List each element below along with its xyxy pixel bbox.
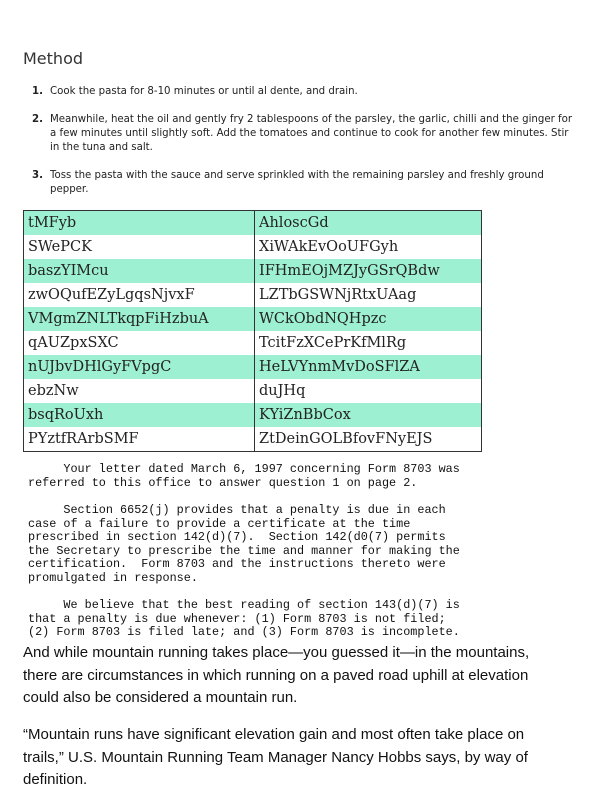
- table-cell-col1: ebzNw: [28, 383, 79, 399]
- table-cell-col2: HeLVYnmMvDoSFlZA: [254, 355, 482, 379]
- table-cell-col1: qAUZpxSXC: [28, 335, 119, 351]
- method-step: 1. Cook the pasta for 8-10 minutes or un…: [32, 85, 577, 99]
- method-step: 3. Toss the pasta with the sauce and ser…: [32, 169, 577, 197]
- step-number: 1.: [32, 86, 43, 97]
- table-cell-col1: bsqRoUxh: [23, 403, 255, 427]
- step-text: Cook the pasta for 8-10 minutes or until…: [50, 86, 358, 97]
- table-cell-col2: LZTbGSWNjRtxUAag: [254, 283, 482, 307]
- letter-paragraph-3: We believe that the best reading of sect…: [28, 598, 460, 640]
- table-row: VMgmZNLTkqpFiHzbuA WCkObdNQHpzc: [23, 307, 482, 331]
- letter-paragraph-1: Your letter dated March 6, 1997 concerni…: [28, 462, 460, 490]
- article-paragraph-2: “Mountain runs have significant elevatio…: [23, 726, 528, 788]
- letter-paragraph-2: Section 6652(j) provides that a penalty …: [28, 503, 460, 585]
- table-row: qAUZpxSXC TcitFzXCePrKfMlRg: [24, 331, 482, 355]
- table-row: zwOQufEZyLgqsNjvxF LZTbGSWNjRtxUAag: [24, 283, 482, 307]
- table-row: baszYIMcu IFHmEOjMZJyGSrQBdw: [23, 259, 482, 283]
- table-body: tMFyb AhloscGd SWePCK XiWAkEvOoUFGyh baszYIM…: [23, 210, 482, 452]
- step-text: Meanwhile, heat the oil and gently fry 2…: [50, 114, 573, 153]
- table-cell-col2: KYiZnBbCox: [254, 403, 482, 427]
- table-cell-col1: baszYIMcu: [23, 259, 255, 283]
- table-cell-col2: XiWAkEvOoUFGyh: [254, 235, 482, 259]
- table-row: ebzNw duJHq: [24, 379, 482, 403]
- table-cell-col2: IFHmEOjMZJyGSrQBdw: [254, 259, 482, 283]
- table-cell-col2: AhloscGd: [254, 210, 482, 235]
- method-steps-list: 1. Cook the pasta for 8-10 minutes or un…: [32, 85, 577, 211]
- table-cell-col2: WCkObdNQHpzc: [254, 307, 482, 331]
- table-cell-col1: SWePCK: [28, 239, 92, 255]
- table-row: nUJbvDHlGyFVpgC HeLVYnmMvDoSFlZA: [23, 355, 482, 379]
- method-step: 2. Meanwhile, heat the oil and gently fr…: [32, 113, 577, 155]
- method-heading: Method: [23, 49, 84, 68]
- step-number: 3.: [32, 170, 43, 181]
- table-cell-col1: VMgmZNLTkqpFiHzbuA: [23, 307, 255, 331]
- table-cell-col2: ZtDeinGOLBfovFNyEJS: [254, 427, 482, 452]
- data-table: tMFyb AhloscGd SWePCK XiWAkEvOoUFGyh baszYIM…: [23, 210, 482, 452]
- table-cell-col1: zwOQufEZyLgqsNjvxF: [28, 287, 195, 303]
- table-cell-col2: TcitFzXCePrKfMlRg: [254, 331, 482, 355]
- step-text: Toss the pasta with the sauce and serve …: [50, 170, 544, 195]
- table-cell-col1: nUJbvDHlGyFVpgC: [23, 355, 255, 379]
- table-row: SWePCK XiWAkEvOoUFGyh: [24, 235, 482, 259]
- table-cell-col1: tMFyb: [23, 210, 255, 235]
- step-number: 2.: [32, 114, 43, 125]
- table-row: bsqRoUxh KYiZnBbCox: [23, 403, 482, 427]
- article-paragraph-1: And while mountain running takes place—y…: [23, 644, 530, 706]
- table-row: PYztfRArbSMF ZtDeinGOLBfovFNyEJS: [24, 427, 482, 452]
- table-cell-col2: duJHq: [254, 379, 482, 403]
- table-cell-col1: PYztfRArbSMF: [28, 431, 139, 447]
- table-row: tMFyb AhloscGd: [23, 210, 482, 235]
